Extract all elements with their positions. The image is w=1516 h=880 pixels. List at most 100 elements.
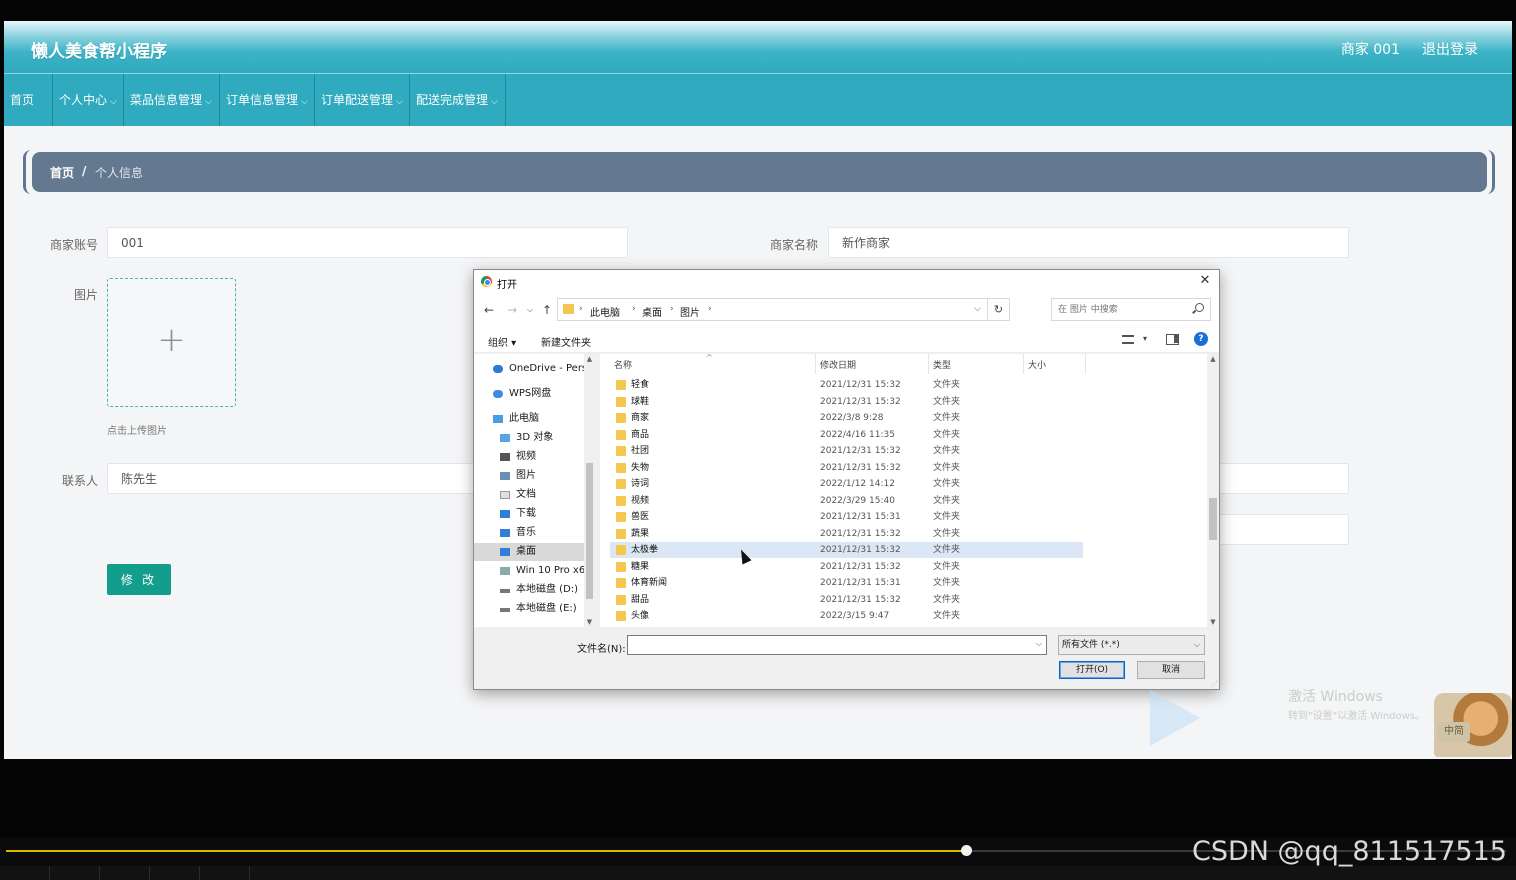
- path-separator: ›: [632, 304, 636, 314]
- folder-icon: [616, 380, 626, 390]
- path-crumb[interactable]: 此电脑: [590, 304, 620, 319]
- refresh-icon[interactable]: ↻: [987, 299, 1009, 320]
- file-row[interactable]: 社团 2021/12/31 15:32 文件夹: [610, 443, 1083, 459]
- nav-home[interactable]: 首页: [4, 74, 53, 126]
- recent-chevron-icon[interactable]: ⌵: [527, 303, 533, 317]
- play-icon[interactable]: [1150, 690, 1200, 746]
- back-arrow-icon[interactable]: ←: [484, 303, 494, 317]
- file-row[interactable]: 体育新闻 2021/12/31 15:31 文件夹: [610, 575, 1083, 591]
- file-list-scrollbar[interactable]: ▲ ▼: [1207, 354, 1219, 627]
- tree-item[interactable]: 本地磁盘 (D:): [474, 581, 584, 599]
- tree-item[interactable]: 音乐: [474, 524, 584, 542]
- file-row[interactable]: 诗词 2022/1/12 14:12 文件夹: [610, 476, 1083, 492]
- column-divider[interactable]: [1085, 354, 1086, 374]
- file-row[interactable]: 甜品 2021/12/31 15:32 文件夹: [610, 592, 1083, 608]
- chevron-up-icon[interactable]: ▲: [584, 355, 595, 363]
- close-icon[interactable]: ✕: [1197, 273, 1213, 289]
- file-row[interactable]: 商家 2022/3/8 9:28 文件夹: [610, 410, 1083, 426]
- nav-dish-management[interactable]: 菜品信息管理 ⌵: [124, 74, 220, 126]
- tree-item[interactable]: 下载: [474, 505, 584, 523]
- tree-item[interactable]: 此电脑: [474, 410, 584, 428]
- column-type[interactable]: 类型: [933, 358, 951, 371]
- breadcrumb-home[interactable]: 首页: [50, 164, 74, 181]
- activation-watermark-sub: 转到"设置"以激活 Windows。: [1288, 711, 1426, 722]
- account-input[interactable]: [107, 227, 628, 258]
- chevron-down-icon[interactable]: ▼: [584, 618, 595, 626]
- up-arrow-icon[interactable]: ↑: [542, 303, 552, 317]
- chevron-down-icon[interactable]: ⌵: [1036, 639, 1042, 649]
- file-row[interactable]: 球鞋 2021/12/31 15:32 文件夹: [610, 394, 1083, 410]
- file-row[interactable]: 商品 2022/4/16 11:35 文件夹: [610, 427, 1083, 443]
- tree-item[interactable]: WPS网盘: [474, 385, 584, 403]
- filename-input[interactable]: ⌵: [627, 635, 1047, 655]
- column-date[interactable]: 修改日期: [820, 358, 856, 371]
- file-row[interactable]: 蔬果 2021/12/31 15:32 文件夹: [610, 526, 1083, 542]
- player-control[interactable]: [50, 866, 100, 880]
- file-row[interactable]: 视频 2022/3/29 15:40 文件夹: [610, 493, 1083, 509]
- player-control[interactable]: [200, 866, 250, 880]
- file-row[interactable]: 失物 2021/12/31 15:32 文件夹: [610, 460, 1083, 476]
- tree-item[interactable]: 3D 对象: [474, 429, 584, 447]
- file-row[interactable]: 轻食 2021/12/31 15:32 文件夹: [610, 377, 1083, 393]
- document-icon: [500, 491, 510, 499]
- column-divider[interactable]: [928, 354, 929, 374]
- preview-pane-icon[interactable]: [1166, 334, 1179, 345]
- file-row[interactable]: 糖果 2021/12/31 15:32 文件夹: [610, 559, 1083, 575]
- nav-delivery-complete[interactable]: 配送完成管理 ⌵: [410, 74, 506, 126]
- nav-personal-center[interactable]: 个人中心 ⌵: [53, 74, 124, 126]
- folder-icon: [616, 562, 626, 572]
- new-folder-button[interactable]: 新建文件夹: [541, 334, 591, 349]
- search-box[interactable]: [1051, 298, 1211, 321]
- chevron-down-icon[interactable]: ⌵: [974, 304, 981, 314]
- tree-item[interactable]: Win 10 Pro x64: [474, 562, 584, 580]
- column-divider[interactable]: [815, 354, 816, 374]
- open-button[interactable]: 打开(O): [1059, 661, 1125, 679]
- player-control[interactable]: [0, 866, 50, 880]
- file-list: ^ 名称 修改日期 类型 大小 轻食 2021/12/31 15:32 文件夹 球鞋…: [600, 354, 1219, 627]
- player-control[interactable]: [100, 866, 150, 880]
- tree-item-selected[interactable]: 桌面: [474, 543, 584, 561]
- logout-link[interactable]: 退出登录: [1422, 39, 1478, 59]
- column-name[interactable]: 名称: [614, 358, 632, 371]
- nav-order-management[interactable]: 订单信息管理 ⌵: [220, 74, 315, 126]
- search-input[interactable]: [1052, 299, 1188, 320]
- account-label: 商家账号: [49, 238, 98, 252]
- nav-delivery-management[interactable]: 订单配送管理 ⌵: [315, 74, 410, 126]
- column-divider[interactable]: [1023, 354, 1024, 374]
- merchant-name-input[interactable]: [828, 227, 1349, 258]
- forward-arrow-icon[interactable]: →: [507, 303, 517, 317]
- file-row[interactable]: 头像 2022/3/15 9:47 文件夹: [610, 608, 1083, 624]
- cancel-button[interactable]: 取消: [1137, 661, 1205, 679]
- resize-grip-icon[interactable]: ⋰: [1211, 680, 1218, 688]
- chevron-down-icon[interactable]: ▼: [1207, 618, 1219, 626]
- nav-scrollbar[interactable]: ▲ ▼: [584, 354, 595, 627]
- tree-item[interactable]: 本地磁盘 (E:): [474, 600, 584, 618]
- tree-item[interactable]: 视频: [474, 448, 584, 466]
- filetype-select[interactable]: 所有文件 (*.*) ⌵: [1058, 635, 1205, 655]
- tree-item[interactable]: 图片: [474, 467, 584, 485]
- tree-item[interactable]: OneDrive - Personal: [474, 360, 584, 378]
- chevron-down-icon: ⌵: [491, 97, 498, 107]
- filename-label: 文件名(N):: [577, 644, 626, 655]
- view-options-icon[interactable]: [1122, 335, 1134, 344]
- chevron-down-icon: ⌵: [396, 97, 403, 107]
- path-crumb[interactable]: 桌面: [642, 304, 662, 319]
- dialog-titlebar[interactable]: 打开 ✕: [474, 270, 1219, 294]
- file-row-selected[interactable]: 太极拳 2021/12/31 15:32 文件夹: [610, 542, 1083, 558]
- chevron-down-icon[interactable]: ▾: [1143, 334, 1147, 343]
- tree-item[interactable]: 文档: [474, 486, 584, 504]
- column-size[interactable]: 大小: [1028, 358, 1046, 371]
- chevron-up-icon[interactable]: ▲: [1207, 355, 1219, 363]
- edit-button[interactable]: 修 改: [107, 564, 171, 595]
- scroll-thumb[interactable]: [586, 463, 593, 599]
- organize-button[interactable]: 组织 ▾: [488, 334, 516, 349]
- progress-knob[interactable]: [961, 845, 972, 856]
- file-row[interactable]: 兽医 2021/12/31 15:31 文件夹: [610, 509, 1083, 525]
- path-crumb[interactable]: 图片: [680, 304, 700, 319]
- address-bar[interactable]: › 此电脑 › 桌面 › 图片 › ⌵ ↻: [557, 298, 1010, 321]
- image-upload[interactable]: +: [107, 278, 236, 407]
- scroll-thumb[interactable]: [1209, 498, 1217, 540]
- help-icon[interactable]: ?: [1194, 332, 1208, 346]
- ime-badge[interactable]: 中简: [1438, 722, 1470, 742]
- player-control[interactable]: [150, 866, 200, 880]
